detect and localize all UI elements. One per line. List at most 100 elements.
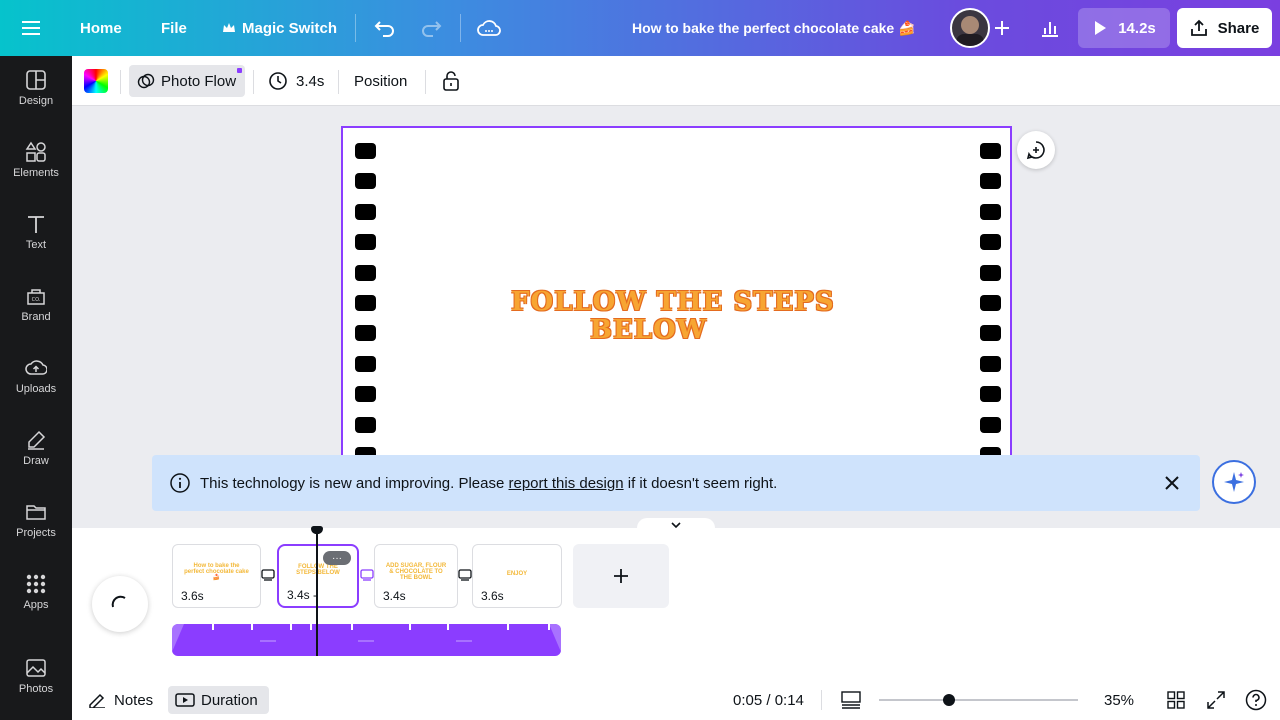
film-hole [355,234,376,251]
notes-label: Notes [114,691,154,709]
chevron-down-icon [671,522,681,529]
sidebar-item-design[interactable]: Design [0,56,72,120]
notes-icon [89,693,105,708]
timeline-page-3[interactable]: ADD SUGAR, FLOUR & CHOCOLATE TO THE BOWL… [374,544,458,608]
apps-icon [26,574,46,594]
sidebar-item-text[interactable]: Text [0,200,72,264]
film-hole [355,264,376,281]
duration-toggle-label: Duration [201,691,258,709]
projects-icon [26,505,46,520]
sidebar-item-uploads[interactable]: Uploads [0,344,72,408]
zoom-level[interactable]: 35% [1104,686,1134,714]
design-page[interactable]: FOLLOW THE STEPS BELOW [341,126,1012,466]
design-icon [26,70,46,90]
menu-icon[interactable] [22,0,42,56]
collapse-timeline-button[interactable] [637,518,715,532]
sidebar-item-brand[interactable]: CO. Brand [0,272,72,336]
timeline-page-2[interactable]: FOLLOW THE STEPS BELOW 3.4s - ··· [277,544,359,608]
color-picker-icon[interactable] [84,69,108,93]
sidebar-item-draw[interactable]: Draw [0,416,72,480]
play-duration: 14.2s [1118,19,1156,37]
page-more-options-button[interactable]: ··· [323,551,351,565]
left-sidebar: Design Elements Text CO. Brand Uploads D… [0,56,72,720]
headline-line-2[interactable]: BELOW [590,316,707,344]
notes-button[interactable]: Notes [88,686,153,714]
sidebar-item-apps[interactable]: Apps [0,560,72,624]
film-hole [355,355,376,372]
share-button[interactable]: Share [1177,8,1272,48]
film-hole [980,173,1001,190]
film-hole [980,295,1001,311]
analytics-icon[interactable] [1040,0,1060,56]
bottom-bar: Notes Duration 0:05 / 0:14 35% [72,680,1280,720]
page-thumbnail-text: ENJOY [506,571,528,577]
help-icon[interactable] [1245,686,1267,714]
avatar[interactable] [950,8,990,48]
fullscreen-icon[interactable] [1207,686,1225,714]
transition-icon [137,73,155,89]
zoom-slider[interactable] [879,694,1078,706]
transition-icon[interactable] [261,568,275,582]
add-collaborator-icon[interactable] [992,0,1012,56]
add-page-button[interactable] [573,544,669,608]
timeline-page-1[interactable]: How to bake the perfect chocolate cake 🍰… [172,544,261,608]
playhead-handle[interactable] [311,526,323,534]
page-view-icon[interactable] [841,686,861,714]
magic-switch-button[interactable]: Magic Switch [222,0,337,56]
sidebar-item-label: Elements [13,167,59,179]
sidebar-item-projects[interactable]: Projects [0,488,72,552]
transition-icon[interactable] [458,568,472,582]
zoom-slider-thumb[interactable] [942,694,955,706]
sidebar-item-label: Photos [18,683,54,695]
sidebar-item-label: Projects [16,527,56,539]
duration-toggle-button[interactable]: Duration [168,686,269,714]
close-icon[interactable] [1163,474,1181,492]
sidebar-item-label: Apps [23,599,49,611]
add-comment-button[interactable] [1017,131,1055,169]
play-button[interactable]: 14.2s [1078,8,1170,48]
info-icon [170,473,190,493]
file-menu-button[interactable]: File [161,0,187,56]
banner-text-before: This technology is new and improving. Pl… [200,474,509,492]
brand-icon: CO. [27,289,45,305]
transition-button[interactable]: Photo Flow [129,65,245,97]
grid-view-icon[interactable] [1167,686,1185,714]
elements-icon [25,141,46,162]
design-title[interactable]: How to bake the perfect chocolate cake 🍰 [632,0,916,56]
magic-assistant-button[interactable] [1212,460,1256,504]
position-button[interactable]: Position [354,65,407,97]
uploads-icon [25,360,47,375]
duration-button[interactable]: 3.4s [268,65,324,97]
timeline-page-4[interactable]: ENJOY 3.6s [472,544,562,608]
sidebar-item-label: Design [18,95,54,107]
play-pause-button[interactable] [92,576,148,632]
film-hole [355,416,376,433]
sidebar-item-elements[interactable]: Elements [0,128,72,192]
duration-label: 3.4s [296,72,325,90]
home-button[interactable]: Home [80,0,122,56]
redo-icon[interactable] [420,0,442,56]
transition-label: Photo Flow [161,72,237,90]
transition-icon[interactable] [360,568,374,582]
playhead[interactable] [311,526,323,656]
report-design-link[interactable]: report this design [509,475,624,492]
page-duration: 3.6s [181,589,204,603]
film-hole [355,143,376,159]
timeline-panel: How to bake the perfect chocolate cake 🍰… [72,518,1280,680]
lock-icon[interactable] [442,65,460,97]
play-icon [1095,21,1107,35]
share-icon [1190,19,1207,36]
banner-text-after: if it doesn't seem right. [623,474,778,492]
video-icon [175,693,195,707]
playback-time: 0:05 / 0:14 [733,691,804,709]
sidebar-item-photos[interactable]: Photos [0,644,72,708]
audio-track[interactable] [172,624,561,656]
audio-waveform [172,624,561,652]
film-hole [355,325,376,342]
cloud-save-icon[interactable] [477,0,501,56]
headline-line-1[interactable]: FOLLOW THE STEPS [511,288,835,316]
svg-text:CO.: CO. [32,297,41,303]
film-hole [980,203,1001,220]
undo-icon[interactable] [374,0,396,56]
page-thumbnail-text: How to bake the perfect chocolate cake 🍰 [184,563,249,581]
